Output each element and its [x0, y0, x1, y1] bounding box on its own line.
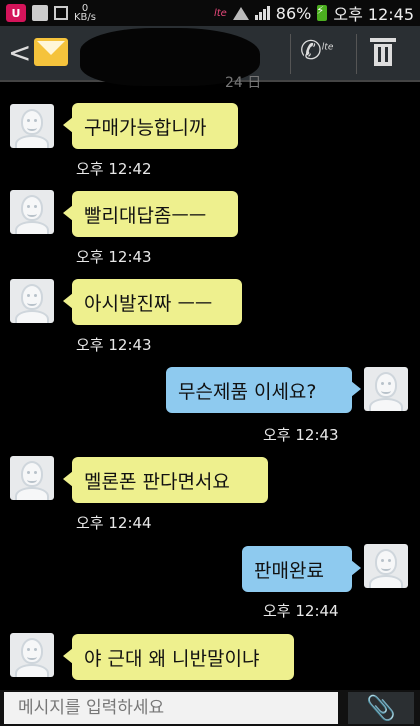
header-divider [356, 34, 357, 74]
envelope-icon [34, 38, 68, 66]
outgoing-message-bubble[interactable]: 무슨제품 이세요? [166, 367, 361, 413]
attach-button[interactable]: 📎 [348, 692, 414, 724]
message-time: 오후 12:43 [76, 248, 152, 266]
contact-avatar[interactable] [10, 190, 54, 234]
message-input[interactable] [4, 692, 338, 724]
signal-icon [254, 6, 270, 20]
battery-percent: 86% [275, 3, 312, 23]
incoming-message-bubble[interactable]: 아시발진짜 ㅡㅡ [63, 279, 242, 325]
back-arrow-icon[interactable]: < [8, 36, 31, 69]
delete-button[interactable] [370, 38, 396, 66]
status-bar: U 0KB/s lte 86% 오후 12:45 [0, 0, 420, 26]
message-time: 오후 12:43 [263, 426, 339, 444]
incoming-message-bubble[interactable]: 구매가능합니까 [63, 103, 238, 149]
battery-charging-icon [316, 4, 328, 21]
contact-avatar[interactable] [10, 104, 54, 148]
conversation-header: < ✆lte [0, 26, 420, 86]
message-time: 오후 12:43 [76, 336, 152, 354]
own-avatar[interactable] [364, 544, 408, 588]
contact-avatar[interactable] [10, 456, 54, 500]
wifi-icon [232, 6, 249, 20]
status-clock: 오후 12:45 [333, 5, 414, 24]
notification-icon [32, 5, 48, 21]
message-text: 아시발진짜 ㅡㅡ [84, 292, 213, 315]
message-time: 오후 12:42 [76, 160, 152, 178]
partial-timestamp: 24 日 [225, 75, 262, 91]
incoming-message-bubble[interactable]: 야 근대 왜 니반말이냐 [63, 634, 294, 680]
trash-icon [374, 44, 392, 66]
contact-avatar[interactable] [10, 633, 54, 677]
contact-avatar[interactable] [10, 279, 54, 323]
message-text: 멜론폰 판다면서요 [84, 470, 230, 493]
message-composer: 📎 [0, 690, 420, 726]
incoming-message-bubble[interactable]: 멜론폰 판다면서요 [63, 457, 268, 503]
call-lte-badge: lte [321, 42, 334, 53]
header-divider [290, 34, 291, 74]
notification-box-icon [54, 6, 68, 20]
trash-lid [370, 38, 396, 42]
message-text: 빨리대답좀ㅡㅡ [84, 204, 207, 227]
message-time: 오후 12:44 [263, 602, 339, 620]
own-avatar[interactable] [364, 367, 408, 411]
message-time: 오후 12:44 [76, 514, 152, 532]
message-text: 무슨제품 이세요? [178, 380, 317, 403]
incoming-message-bubble[interactable]: 빨리대답좀ㅡㅡ [63, 191, 238, 237]
message-text: 구매가능합니까 [84, 116, 207, 139]
paperclip-icon: 📎 [366, 694, 396, 722]
message-text: 야 근대 왜 니반말이냐 [84, 647, 260, 670]
carrier-app-icon: U [6, 4, 26, 22]
lte-indicator: lte [213, 7, 227, 19]
network-speed: 0 KB/s [74, 3, 96, 23]
outgoing-message-bubble[interactable]: 판매완료 [242, 546, 361, 592]
call-button[interactable]: ✆lte [300, 36, 344, 70]
message-text: 판매완료 [254, 559, 324, 582]
phone-icon: ✆ [300, 36, 322, 66]
